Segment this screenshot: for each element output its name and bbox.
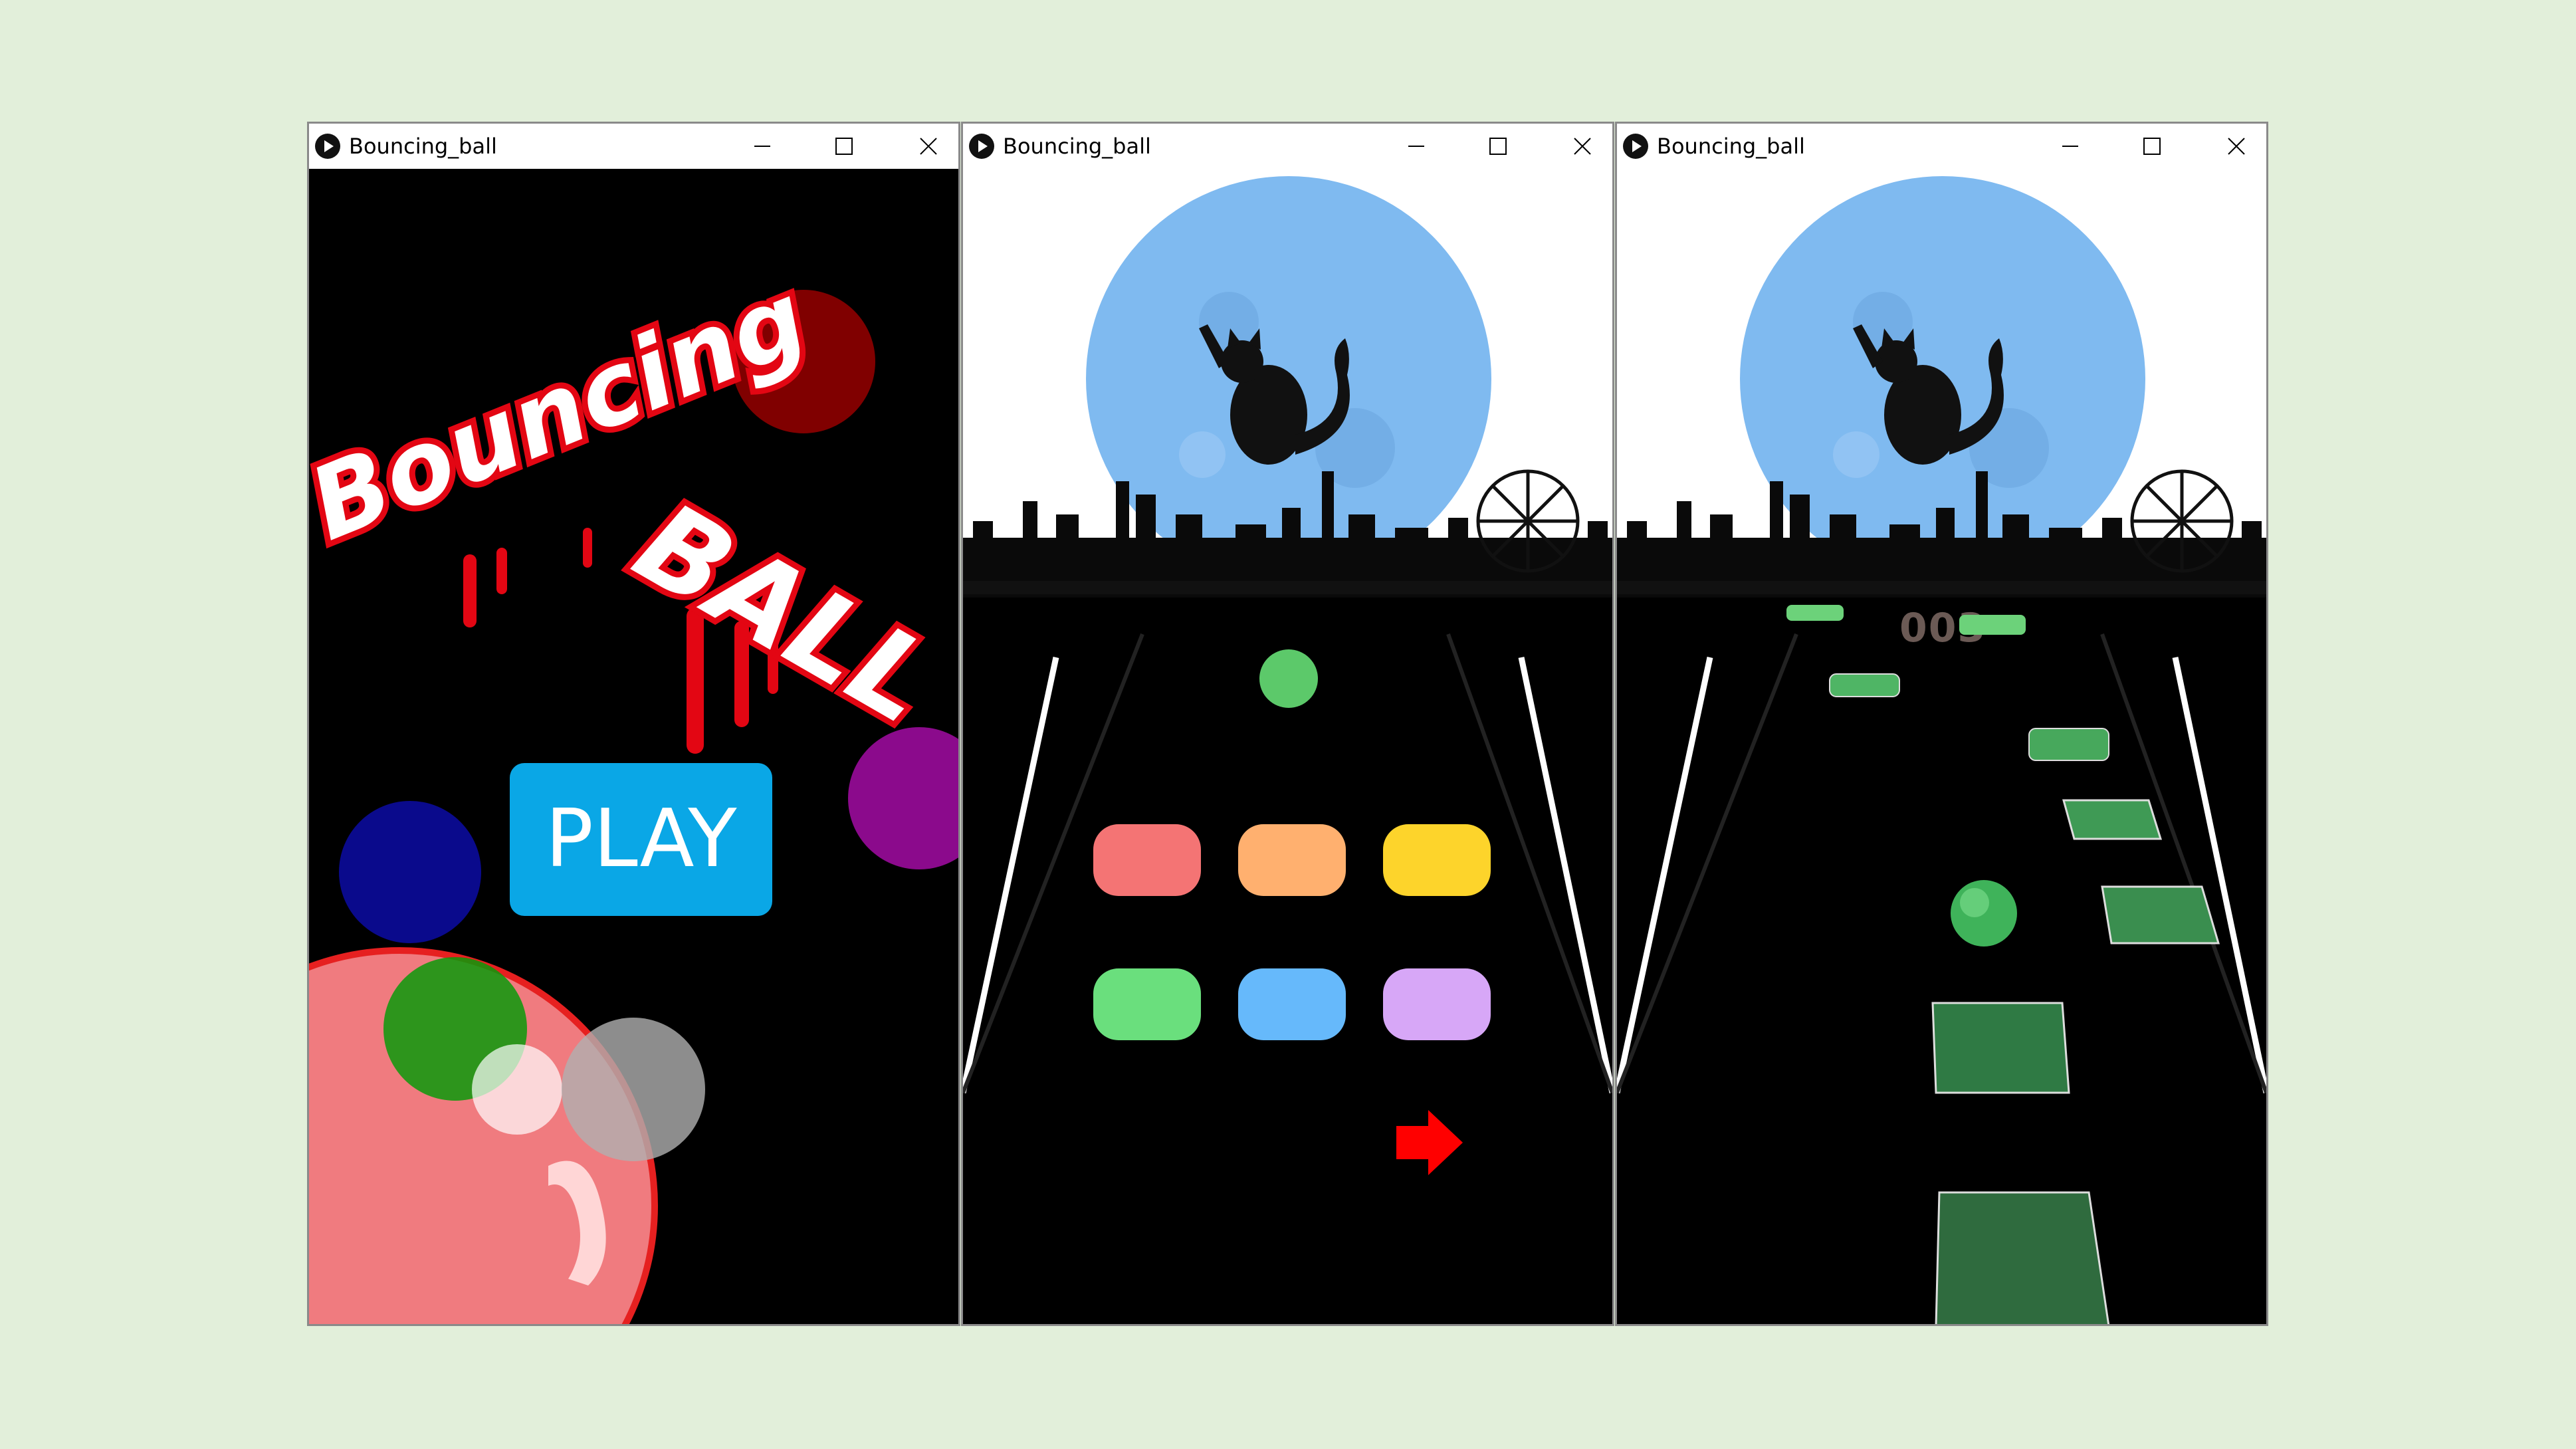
close-button[interactable] [899,124,958,169]
window-title: Bouncing_ball [1657,134,1805,159]
score-counter: 003 [1899,605,1987,651]
app-icon [969,134,994,159]
platform [1931,1002,2070,1094]
ferris-wheel [1476,469,1580,573]
close-button[interactable] [2206,124,2266,169]
close-icon [2228,138,2245,155]
window-title: Bouncing_ball [349,134,497,159]
minimize-button[interactable] [2040,124,2100,169]
close-icon [920,138,937,155]
maximize-button[interactable] [1468,124,1528,169]
gameplay-scene [1617,169,2266,1324]
ferris-wheel [2130,469,2234,573]
color-swatch-green[interactable] [1093,968,1201,1040]
maximize-button[interactable] [814,124,874,169]
navy-ball [339,801,481,943]
night-city-scene [963,169,1612,1175]
logo-word-ball: BALL [615,477,956,750]
maximize-icon [1489,138,1507,155]
minimize-button[interactable] [1386,124,1446,169]
title-bar[interactable]: Bouncing_ball [963,124,1612,169]
minimize-icon [1408,146,1424,147]
gray-ball [562,1018,705,1161]
minimize-icon [2062,146,2078,147]
color-swatch-purple[interactable] [1383,968,1491,1040]
color-swatch-blue[interactable] [1238,968,1346,1040]
close-icon [1574,138,1591,155]
white-ball [472,1044,562,1135]
app-icon [315,134,340,159]
color-swatch-red[interactable] [1093,824,1201,896]
title-scene: Bouncing BALL [309,255,958,1324]
platform [2028,728,2109,761]
platform [1935,1191,2110,1324]
color-swatch-orange[interactable] [1238,824,1346,896]
game-window-title: Bouncing_ball Bouncing BALL PLAY [307,122,960,1326]
platform [1786,605,1844,621]
app-icon [1623,134,1648,159]
gameplay-screen[interactable]: 003 [1617,169,2266,1324]
play-button[interactable]: PLAY [510,763,772,916]
minimize-button[interactable] [732,124,792,169]
minimize-icon [754,146,770,147]
next-arrow-icon [1396,1110,1463,1175]
play-label: PLAY [545,793,737,885]
game-window-gameplay: Bouncing_ball 003 [1615,122,2268,1326]
title-screen: Bouncing BALL PLAY [309,169,958,1324]
platform [2062,799,2163,840]
color-select-screen [963,169,1612,1324]
maximize-icon [2143,138,2161,155]
close-button[interactable] [1553,124,1612,169]
platform [1829,673,1900,697]
platform [2101,885,2220,945]
title-bar[interactable]: Bouncing_ball [1617,124,2266,169]
purple-ball [848,727,958,869]
preview-ball [1259,649,1318,708]
maximize-button[interactable] [2122,124,2182,169]
game-window-color-select: Bouncing_ball [961,122,1614,1326]
color-swatch-yellow[interactable] [1383,824,1491,896]
window-title: Bouncing_ball [1003,134,1151,159]
title-bar[interactable]: Bouncing_ball [309,124,958,169]
maximize-icon [835,138,853,155]
